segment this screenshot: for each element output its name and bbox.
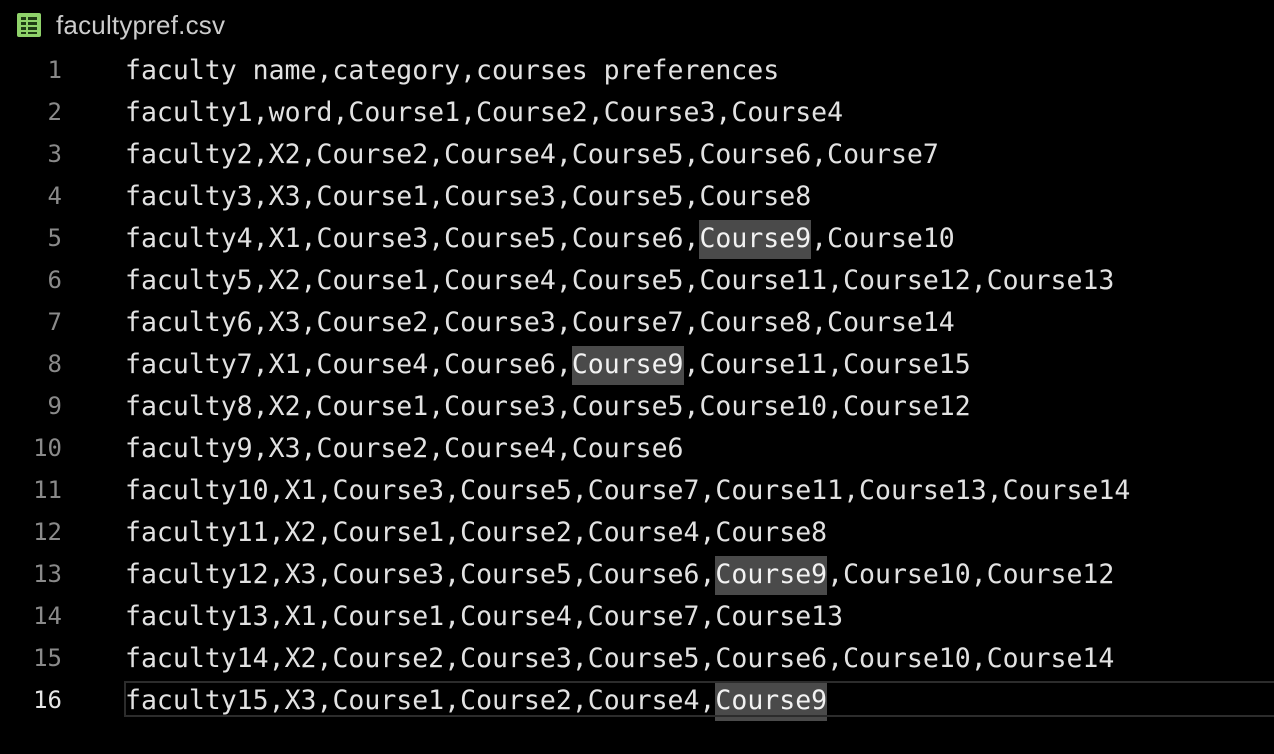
file-name[interactable]: facultypref.csv [56,10,225,41]
code-line[interactable]: 16 faculty15,X3,Course1,Course2,Course4,C… [0,679,1274,721]
code-line[interactable]: 8 faculty7,X1,Course4,Course6,Course9,Cou… [0,343,1274,385]
code-line[interactable]: 11 faculty10,X1,Course3,Course5,Course7,C… [0,469,1274,511]
line-text[interactable]: faculty1,word,Course1,Course2,Course3,Co… [125,97,843,128]
code-line[interactable]: 4 faculty3,X3,Course1,Course3,Course5,Cou… [0,175,1274,217]
line-text[interactable]: faculty6,X3,Course2,Course3,Course7,Cour… [125,307,955,338]
line-number: 9 [47,392,62,420]
line-text[interactable]: faculty14,X2,Course2,Course3,Course5,Cou… [125,643,1114,674]
code-line[interactable]: 12 faculty11,X2,Course1,Course2,Course4,C… [0,511,1274,553]
line-number: 1 [47,56,62,84]
code-line[interactable]: 6 faculty5,X2,Course1,Course4,Course5,Cou… [0,259,1274,301]
code-line[interactable]: 15 faculty14,X2,Course2,Course3,Course5,C… [0,637,1274,679]
line-number: 10 [33,434,62,462]
code-line[interactable]: 10 faculty9,X3,Course2,Course4,Course6 [0,427,1274,469]
line-number: 7 [47,308,62,336]
code-area[interactable]: 1 faculty name,category,courses preferenc… [0,49,1274,721]
line-number: 8 [47,350,62,378]
file-tab[interactable]: facultypref.csv [16,8,225,42]
search-match-highlight: Course9 [699,219,812,259]
line-text[interactable]: faculty12,X3,Course3,Course5,Course6,Cou… [125,555,1114,595]
line-text[interactable]: faculty13,X1,Course1,Course4,Course7,Cou… [125,601,843,632]
line-text[interactable]: faculty5,X2,Course1,Course4,Course5,Cour… [125,265,1114,296]
line-number: 13 [33,560,62,588]
code-line[interactable]: 3 faculty2,X2,Course2,Course4,Course5,Cou… [0,133,1274,175]
editor-window: facultypref.csv 1 faculty name,category,c… [0,0,1274,754]
line-number: 6 [47,266,62,294]
line-number: 15 [33,644,62,672]
line-text[interactable]: faculty4,X1,Course3,Course5,Course6,Cour… [125,219,955,259]
code-line[interactable]: 1 faculty name,category,courses preferenc… [0,49,1274,91]
line-number: 5 [47,224,62,252]
search-match-highlight: Course9 [715,555,828,595]
code-line[interactable]: 13 faculty12,X3,Course3,Course5,Course6,C… [0,553,1274,595]
code-line[interactable]: 2 faculty1,word,Course1,Course2,Course3,C… [0,91,1274,133]
line-number: 16 [33,686,62,714]
code-line[interactable]: 5 faculty4,X1,Course3,Course5,Course6,Cou… [0,217,1274,259]
line-text[interactable]: faculty7,X1,Course4,Course6,Course9,Cour… [125,345,971,385]
line-text[interactable]: faculty name,category,courses preference… [125,55,779,86]
line-text[interactable]: faculty11,X2,Course1,Course2,Course4,Cou… [125,517,827,548]
line-number: 14 [33,602,62,630]
line-text[interactable]: faculty2,X2,Course2,Course4,Course5,Cour… [125,139,939,170]
line-number: 12 [33,518,62,546]
code-line[interactable]: 9 faculty8,X2,Course1,Course3,Course5,Cou… [0,385,1274,427]
code-line[interactable]: 7 faculty6,X3,Course2,Course3,Course7,Cou… [0,301,1274,343]
line-text[interactable]: faculty8,X2,Course1,Course3,Course5,Cour… [125,391,971,422]
search-match-highlight: Course9 [571,345,684,385]
current-line-highlight [124,681,1274,717]
line-text[interactable]: faculty10,X1,Course3,Course5,Course7,Cou… [125,475,1130,506]
line-number: 2 [47,98,62,126]
line-text[interactable]: faculty3,X3,Course1,Course3,Course5,Cour… [125,181,811,212]
code-line[interactable]: 14 faculty13,X1,Course1,Course4,Course7,C… [0,595,1274,637]
spreadsheet-icon [16,12,42,38]
line-number: 3 [47,140,62,168]
line-text[interactable]: faculty9,X3,Course2,Course4,Course6 [125,433,684,464]
line-number: 11 [33,476,62,504]
line-number: 4 [47,182,62,210]
